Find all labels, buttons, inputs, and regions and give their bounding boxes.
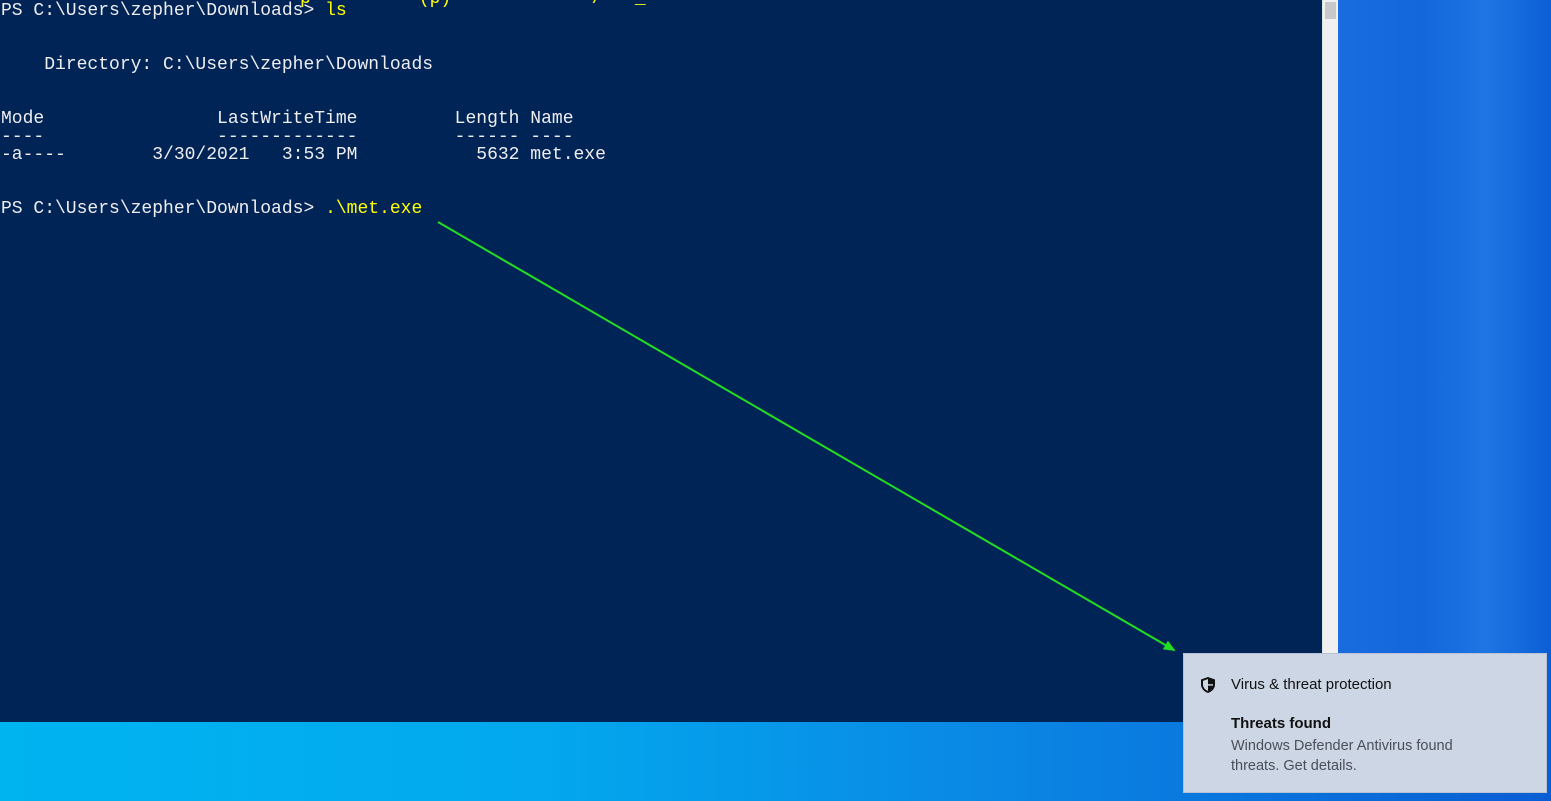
console-line-ls: PS C:\Users\zepher\Downloads> ls [1, 0, 347, 22]
shield-icon [1199, 676, 1217, 694]
toast-app-name: Virus & threat protection [1231, 676, 1392, 693]
powershell-console[interactable]: p (p) / _ PS C:\Users\zepher\Downloads> … [0, 0, 1322, 722]
directory-line: Directory: C:\Users\zepher\Downloads [1, 55, 434, 75]
toast-body: Windows Defender Antivirus found threats… [1231, 738, 1453, 774]
command-text: .\met.exe [325, 199, 423, 219]
console-line-run: PS C:\Users\zepher\Downloads> .\met.exe [1, 198, 422, 220]
prompt-text: PS C:\Users\zepher\Downloads> [1, 1, 326, 21]
console-cut-top-text: p (p) / _ [300, 0, 646, 10]
defender-toast-notification[interactable]: Virus & threat protection Threats found … [1183, 653, 1547, 793]
prompt-text: PS C:\Users\zepher\Downloads> [1, 199, 326, 219]
listing-row: -a---- 3/30/2021 3:53 PM 5632 met.exe [1, 145, 606, 165]
command-text: ls [325, 1, 347, 21]
scrollbar-thumb[interactable] [1325, 2, 1336, 19]
toast-title: Threats found [1231, 715, 1331, 732]
console-scrollbar[interactable] [1322, 0, 1338, 722]
